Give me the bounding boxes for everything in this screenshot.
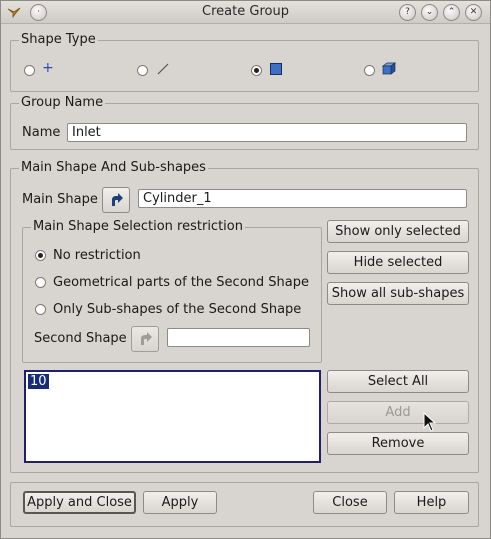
remove-button[interactable]: Remove bbox=[327, 432, 469, 455]
maximize-icon[interactable]: ⌃ bbox=[443, 4, 460, 21]
show-all-subshapes-button[interactable]: Show all sub-shapes bbox=[327, 282, 469, 305]
apply-button[interactable]: Apply bbox=[143, 491, 217, 514]
restriction-group: Main Shape Selection restriction No rest… bbox=[22, 219, 322, 363]
only-subshapes-label: Only Sub-shapes of the Second Shape bbox=[53, 302, 302, 317]
subshape-id-list[interactable]: 10 bbox=[24, 370, 321, 463]
name-input[interactable]: Inlet bbox=[67, 123, 467, 142]
face-icon bbox=[270, 63, 282, 75]
hide-selected-button[interactable]: Hide selected bbox=[327, 251, 469, 274]
apply-and-close-button[interactable]: Apply and Close bbox=[23, 491, 136, 514]
title-bar[interactable]: · Create Group ? ⌄ ⌃ ✕ bbox=[1, 1, 490, 24]
second-shape-input[interactable] bbox=[167, 328, 310, 347]
create-group-dialog: · Create Group ? ⌄ ⌃ ✕ Shape Type + Grou… bbox=[0, 0, 491, 539]
show-only-selected-button[interactable]: Show only selected bbox=[327, 220, 469, 243]
main-shape-select-button[interactable] bbox=[102, 187, 130, 213]
main-shape-label: Main Shape bbox=[22, 192, 98, 207]
list-item[interactable]: 10 bbox=[27, 373, 50, 390]
close-icon[interactable]: ✕ bbox=[465, 4, 482, 21]
footer-group: Apply and Close Apply Close Help bbox=[10, 482, 479, 527]
geometrical-parts-radio[interactable] bbox=[35, 277, 46, 288]
point-icon: + bbox=[42, 60, 54, 76]
shape-type-face-radio[interactable] bbox=[251, 65, 262, 76]
group-name-legend: Group Name bbox=[19, 95, 106, 110]
shape-type-solid-radio[interactable] bbox=[364, 65, 375, 76]
geometrical-parts-label: Geometrical parts of the Second Shape bbox=[53, 275, 309, 290]
edge-icon bbox=[157, 63, 169, 75]
shape-type-legend: Shape Type bbox=[19, 32, 98, 47]
add-button[interactable]: Add bbox=[327, 401, 469, 424]
name-label: Name bbox=[22, 125, 61, 140]
shape-type-edge-radio[interactable] bbox=[137, 65, 148, 76]
window-title: Create Group bbox=[202, 4, 289, 19]
no-restriction-label: No restriction bbox=[53, 248, 141, 263]
main-shape-input[interactable]: Cylinder_1 bbox=[138, 189, 467, 208]
group-name-group: Group Name Name Inlet bbox=[10, 95, 479, 150]
shape-type-group: Shape Type + bbox=[10, 32, 479, 92]
help-icon[interactable]: ? bbox=[399, 4, 416, 21]
select-arrow-icon bbox=[141, 332, 152, 345]
help-button[interactable]: Help bbox=[394, 491, 469, 514]
second-shape-label: Second Shape bbox=[34, 331, 127, 346]
restriction-legend: Main Shape Selection restriction bbox=[31, 219, 245, 234]
close-button[interactable]: Close bbox=[313, 491, 387, 514]
main-shape-legend: Main Shape And Sub-shapes bbox=[19, 160, 208, 175]
only-subshapes-radio[interactable] bbox=[35, 304, 46, 315]
minimize-icon[interactable]: ⌄ bbox=[421, 4, 438, 21]
shape-type-point-radio[interactable] bbox=[24, 65, 35, 76]
solid-icon bbox=[382, 62, 396, 75]
main-shape-group: Main Shape And Sub-shapes Main Shape Cyl… bbox=[10, 160, 479, 473]
second-shape-select-button[interactable] bbox=[131, 326, 159, 352]
no-restriction-radio[interactable] bbox=[35, 250, 46, 261]
select-all-button[interactable]: Select All bbox=[327, 370, 469, 393]
select-arrow-icon bbox=[112, 193, 123, 206]
mouse-cursor-icon bbox=[423, 412, 436, 432]
